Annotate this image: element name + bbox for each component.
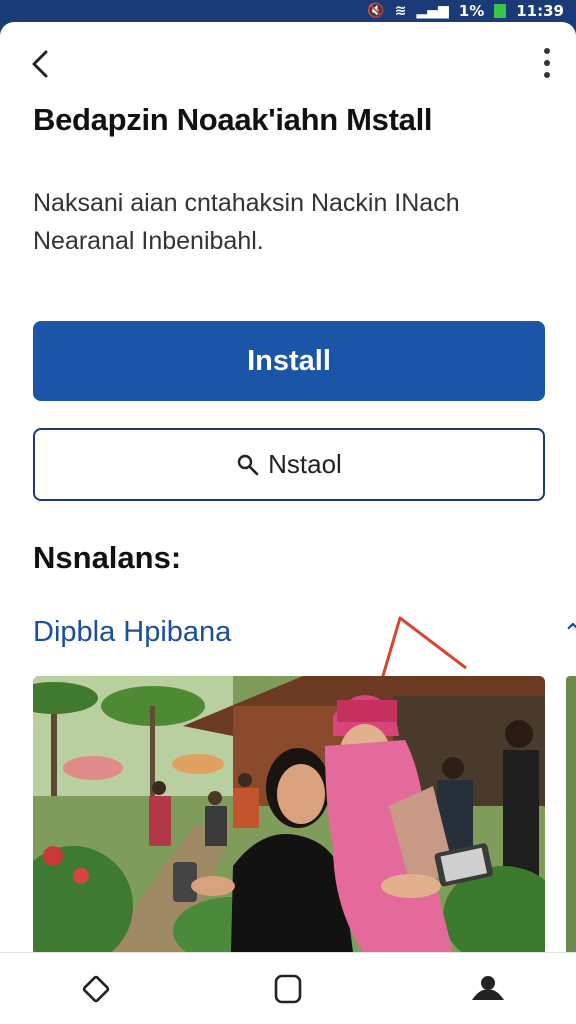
back-button[interactable] <box>22 44 58 84</box>
secondary-action-label: Nstaol <box>268 449 342 479</box>
signal-icon: ▂▄▆ <box>416 3 449 19</box>
secondary-action-button[interactable]: Nstaol <box>33 428 545 501</box>
nav-back-button[interactable] <box>76 971 116 1007</box>
status-icons: 🔇 ≋ ▂▄▆ 1% 11:39 <box>367 0 564 22</box>
top-bar <box>0 22 576 102</box>
app-description: Naksani aian cntahaksin Nackin INach Nea… <box>33 189 460 255</box>
home-icon <box>274 974 302 1004</box>
more-dot-icon <box>544 60 550 66</box>
more-dot-icon <box>544 48 550 54</box>
more-options-button[interactable] <box>540 48 554 78</box>
search-icon <box>237 454 259 475</box>
mute-icon: 🔇 <box>367 3 385 19</box>
section-heading: Nsnalans: <box>33 540 182 575</box>
wifi-icon: ≋ <box>394 3 407 19</box>
screenshot-image[interactable] <box>33 676 545 952</box>
section-link[interactable]: Dipbla Hpibana <box>33 616 231 649</box>
battery-level: 1% <box>458 2 485 20</box>
nav-home-button[interactable] <box>268 971 308 1007</box>
battery-icon <box>494 4 507 18</box>
next-screenshot-peek[interactable] <box>566 676 576 952</box>
chevron-left-icon <box>32 50 48 78</box>
install-button[interactable]: Install <box>33 321 545 401</box>
profile-icon <box>472 976 504 1000</box>
bottom-navigation <box>0 952 576 1024</box>
more-dot-icon <box>544 72 550 78</box>
clock: 11:39 <box>516 2 564 20</box>
app-details-sheet: Bedapzin Noaak'iahn Mstall Naksani aian … <box>0 22 576 952</box>
status-bar: 🔇 ≋ ▂▄▆ 1% 11:39 <box>0 0 576 22</box>
app-title: Bedapzin Noaak'iahn Mstall <box>33 102 433 137</box>
back-icon <box>82 975 110 1003</box>
nav-profile-button[interactable] <box>468 971 508 1007</box>
people-photo <box>33 676 545 952</box>
chevron-right-icon[interactable]: ⌃ <box>562 620 576 646</box>
